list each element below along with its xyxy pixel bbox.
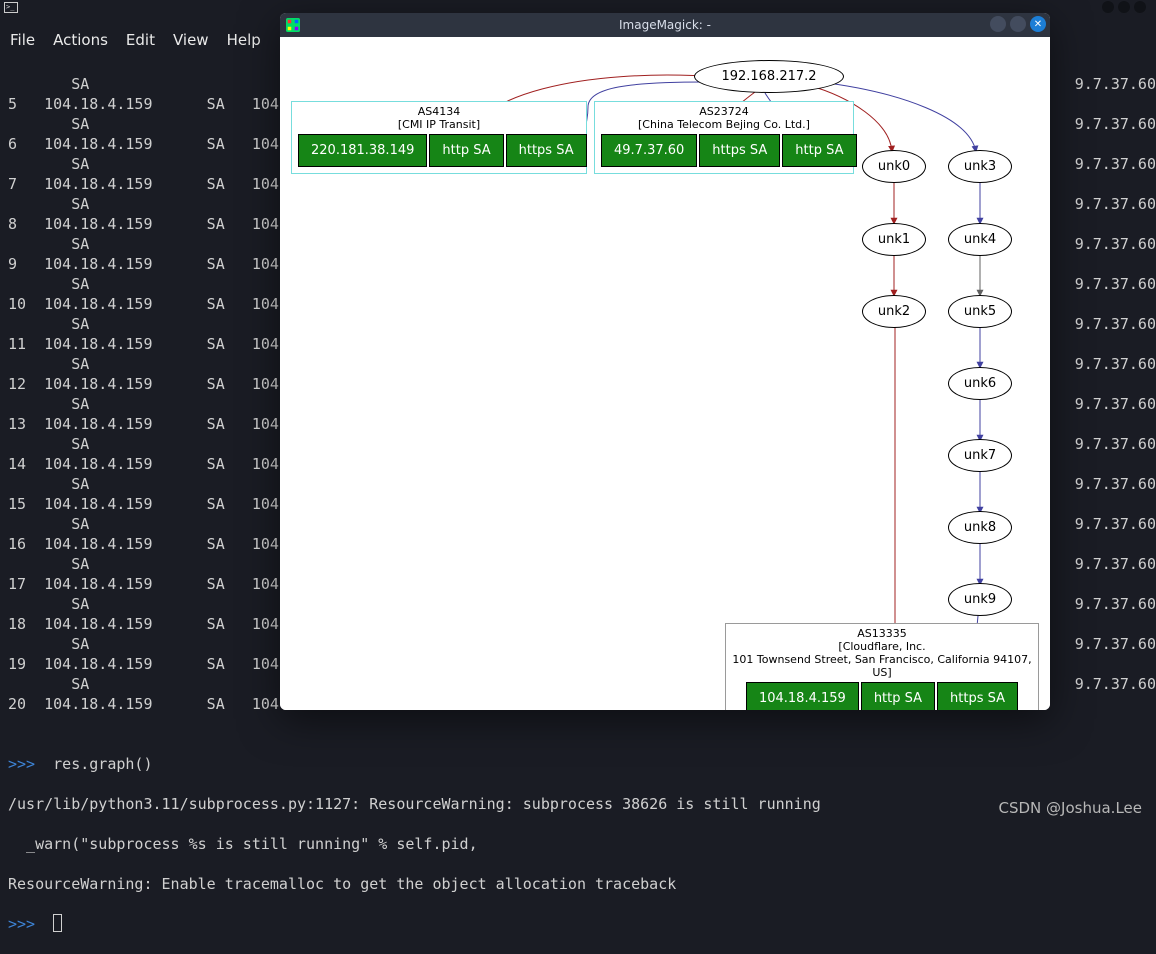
unk-node: unk9 [948,583,1012,616]
prompt-symbol: >>> [8,755,35,773]
imagemagick-window[interactable]: ImageMagick: - ✕ [280,13,1050,710]
as-cell: https SA [699,134,780,167]
close-button[interactable]: ✕ [1030,16,1046,32]
warning-line: /usr/lib/python3.11/subprocess.py:1127: … [8,794,1148,814]
cursor [53,914,62,932]
unk-node: unk3 [948,150,1012,183]
window-title: ImageMagick: - [280,18,1050,32]
window-control-dot[interactable] [1102,1,1114,13]
as-cell: 104.18.4.159 [746,682,859,710]
menu-view[interactable]: View [173,31,209,49]
unk-node: unk7 [948,439,1012,472]
terminal-app-icon: >_ [4,2,18,13]
prompt-command: res.graph() [53,755,152,773]
as-box-3: AS13335 [Cloudflare, Inc. 101 Townsend S… [725,623,1039,710]
window-control-dot[interactable] [1134,1,1146,13]
unk-node: unk8 [948,511,1012,544]
as-box-2: AS23724[China Telecom Bejing Co. Ltd.] 4… [594,101,854,174]
warning-line: _warn("subprocess %s is still running" %… [8,834,1148,854]
window-control-dot[interactable] [1118,1,1130,13]
menu-edit[interactable]: Edit [126,31,155,49]
graph-root-node: 192.168.217.2 [694,60,844,93]
maximize-button[interactable] [1010,16,1026,32]
menu-actions[interactable]: Actions [53,31,108,49]
unk-node: unk1 [862,223,926,256]
titlebar[interactable]: ImageMagick: - ✕ [280,13,1050,37]
unk-node: unk2 [862,295,926,328]
menu-help[interactable]: Help [227,31,261,49]
warning-line: ResourceWarning: Enable tracemalloc to g… [8,874,1148,894]
minimize-button[interactable] [990,16,1006,32]
menu-file[interactable]: File [10,31,35,49]
as-cell: http SA [782,134,856,167]
unk-node: unk6 [948,367,1012,400]
unk-node: unk0 [862,150,926,183]
as-cell: https SA [506,134,587,167]
as-box-1: AS4134[CMI IP Transit] 220.181.38.149 ht… [291,101,587,174]
as-cell: https SA [937,682,1018,710]
watermark: CSDN @Joshua.Lee [999,799,1142,817]
unk-node: unk5 [948,295,1012,328]
graph-canvas[interactable]: 192.168.217.2 AS4134[CMI IP Transit] 220… [280,37,1050,710]
as-cell: 220.181.38.149 [298,134,427,167]
prompt-symbol: >>> [8,915,35,933]
as-cell: http SA [861,682,935,710]
as-cell: 49.7.37.60 [601,134,697,167]
unk-node: unk4 [948,223,1012,256]
as-cell: http SA [429,134,503,167]
